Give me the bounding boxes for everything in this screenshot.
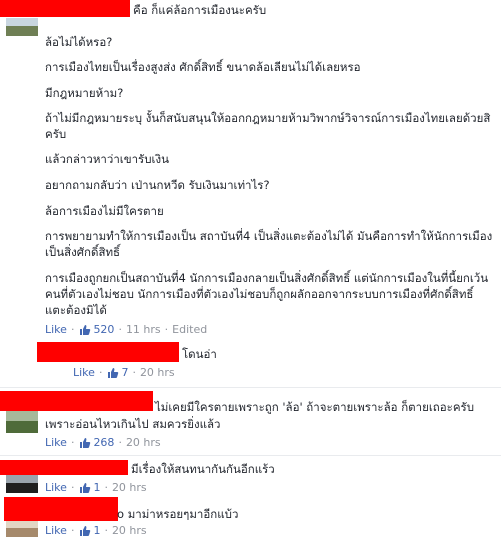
comment-first-line: คือ ก็แค่ล้อการเมืองนะครับ xyxy=(133,3,267,17)
redacted-avatar-and-name xyxy=(37,342,179,362)
like-button[interactable]: Like xyxy=(45,323,67,336)
thumbs-up-icon[interactable] xyxy=(78,481,91,494)
comment-paragraph: อยากถามกลับว่า เป่านกหวีด รับเงินมาเท่าไ… xyxy=(45,178,270,192)
commenter-avatar[interactable] xyxy=(6,411,38,433)
like-button[interactable]: Like xyxy=(45,436,67,449)
comment-paragraph: ล้อไม่ได้หรอ? xyxy=(45,35,113,49)
comment-paragraph: ครับ xyxy=(45,127,67,141)
timestamp[interactable]: 20 hrs xyxy=(112,481,147,494)
separator-dot: · xyxy=(70,481,75,494)
thumbs-up-icon[interactable] xyxy=(78,323,91,336)
thumbs-up-icon[interactable] xyxy=(78,524,91,537)
separator-dot: · xyxy=(98,366,103,379)
separator-dot: · xyxy=(70,524,75,537)
separator-dot: · xyxy=(70,323,75,336)
reply-actions: Like · 1 · 20 hrs xyxy=(45,481,147,494)
separator-dot: · xyxy=(132,366,136,379)
timestamp[interactable]: 20 hrs xyxy=(140,366,175,379)
comment-paragraph: เป็นสิ่งศักดิ์สิทธิ์ xyxy=(45,245,121,259)
comment-paragraph: แล้วกล่าวหาว่าเขารับเงิน xyxy=(45,152,169,166)
separator-dot: · xyxy=(164,323,169,336)
like-button[interactable]: Like xyxy=(45,481,67,494)
edited-label[interactable]: Edited xyxy=(172,323,207,336)
separator-dot: · xyxy=(104,524,108,537)
divider xyxy=(0,387,501,388)
timestamp[interactable]: 20 hrs xyxy=(126,436,161,449)
comment-paragraph: การเมืองถูกยกเป็นสถาบันที่4 นักการเมืองก… xyxy=(45,271,489,285)
redacted-commenter-name xyxy=(0,391,153,411)
redacted-avatar-and-name xyxy=(4,497,118,521)
like-count[interactable]: 1 xyxy=(93,524,100,537)
reply-text: มีเรื่องให้สนทนากันกันอีกแร้ว xyxy=(131,462,275,476)
redacted-commenter-name xyxy=(0,0,130,17)
redacted-commenter-name xyxy=(0,460,128,475)
reply-text: ไม่เคยมีใครตายเพราะถูก 'ล้อ' ถ้าจะตายเพร… xyxy=(155,400,474,414)
like-count[interactable]: 268 xyxy=(93,436,114,449)
comment-paragraph: คนที่ตัวเองไม่ชอบ นักการเมืองที่ตัวเองไม… xyxy=(45,287,474,301)
comment-paragraph: ล้อการเมืองไม่มีใครตาย xyxy=(45,204,164,218)
comment-paragraph: การพยายามทำให้การเมืองเป็น สถาบันที่4 เป… xyxy=(45,229,493,243)
like-count[interactable]: 520 xyxy=(93,323,114,336)
separator-dot: · xyxy=(118,436,122,449)
comment-paragraph: การเมืองไทยเป็นเรื่องสูงส่ง ศักดิ์สิทธิ์… xyxy=(45,60,361,74)
like-count[interactable]: 1 xyxy=(93,481,100,494)
commenter-avatar[interactable] xyxy=(6,521,38,537)
reply-text: เพราะอ่อนไหวเกินไป สมควรยิ่งแล้ว xyxy=(45,417,221,431)
comment-actions: Like · 520 · 11 hrs · Edited xyxy=(45,323,207,336)
like-button[interactable]: Like xyxy=(73,366,95,379)
thumbs-up-icon[interactable] xyxy=(106,366,119,379)
reply-text: o มาม่าหรอยๆมาอีกแบ้ว xyxy=(117,507,239,521)
divider xyxy=(0,455,501,456)
reply-actions: Like · 7 · 20 hrs xyxy=(73,366,175,379)
timestamp[interactable]: 11 hrs xyxy=(126,323,161,336)
reply-text: โดนอ่า xyxy=(182,347,217,361)
thumbs-up-icon[interactable] xyxy=(78,436,91,449)
reply-actions: Like · 268 · 20 hrs xyxy=(45,436,161,449)
separator-dot: · xyxy=(70,436,75,449)
separator-dot: · xyxy=(118,323,122,336)
like-count[interactable]: 7 xyxy=(121,366,128,379)
comment-paragraph: มีกฎหมายห้าม? xyxy=(45,86,124,100)
like-button[interactable]: Like xyxy=(45,524,67,537)
reply-actions: Like · 1 · 20 hrs xyxy=(45,524,147,537)
timestamp[interactable]: 20 hrs xyxy=(112,524,147,537)
comment-paragraph: แตะต้องมิได้ xyxy=(45,303,107,317)
separator-dot: · xyxy=(104,481,108,494)
commenter-avatar[interactable] xyxy=(6,18,38,36)
comment-paragraph: ถ้าไม่มีกฎหมายระบุ งั้นก็สนับสนุนให้ออกก… xyxy=(45,111,491,125)
commenter-avatar[interactable] xyxy=(6,475,38,493)
